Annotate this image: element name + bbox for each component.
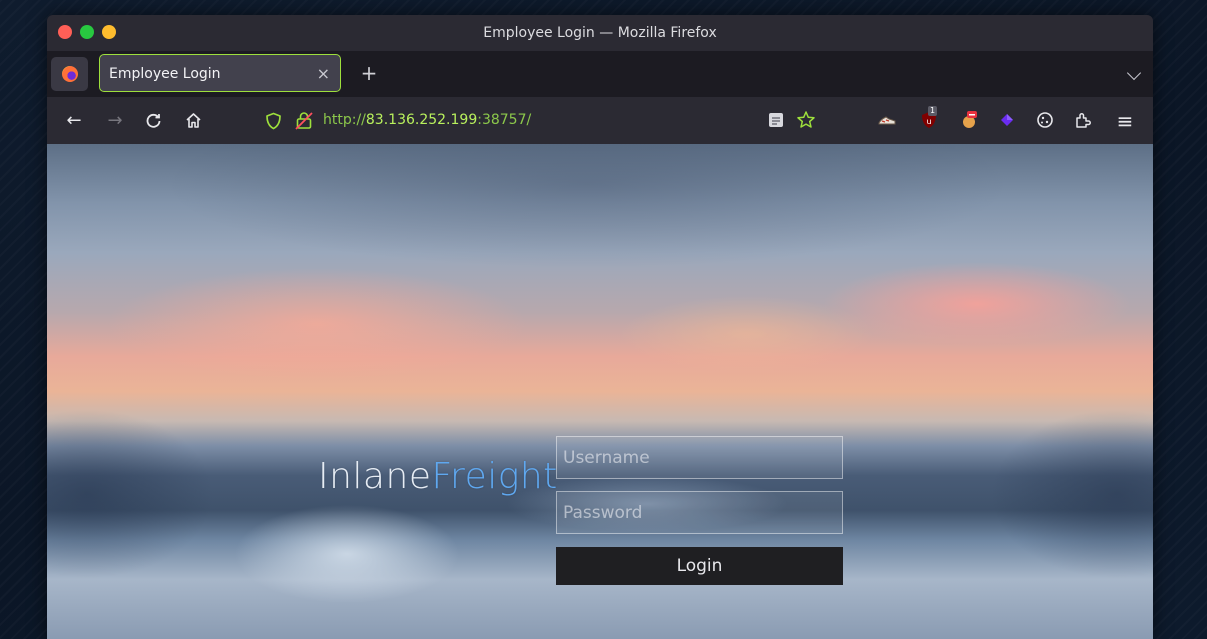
firefox-icon: [61, 66, 78, 82]
new-tab-button[interactable]: +: [357, 54, 381, 92]
app-menu-button[interactable]: ≡: [1111, 97, 1139, 144]
brand-logo: InlaneFreight: [318, 456, 558, 497]
brand-inlane: Inlane: [318, 456, 432, 497]
puzzle-extensions-icon[interactable]: [1073, 110, 1093, 130]
page-content: InlaneFreight Login: [47, 144, 1153, 639]
tab-employee-login[interactable]: Employee Login ×: [99, 54, 341, 92]
url-scheme: http://: [323, 112, 366, 128]
extension-diamond-icon[interactable]: [997, 110, 1017, 130]
home-button[interactable]: [179, 97, 207, 144]
password-input[interactable]: [556, 491, 843, 534]
cookie-icon[interactable]: [1035, 110, 1055, 130]
url-port-path: :38757/: [477, 112, 532, 128]
ublock-origin-icon[interactable]: u 1: [919, 106, 941, 130]
reload-button[interactable]: [139, 97, 167, 144]
brand-freight: Freight: [431, 456, 558, 497]
navigation-bar: ← → http://83.136.252.199:38757/ u 1 ≡: [47, 97, 1153, 144]
tab-strip: Employee Login × +: [47, 51, 1153, 97]
tab-title: Employee Login: [109, 66, 221, 82]
bookmark-star-icon[interactable]: [796, 110, 816, 130]
title-bar: Employee Login — Mozilla Firefox: [47, 15, 1153, 51]
extension-sneaker-icon[interactable]: [877, 110, 897, 130]
firefox-view-button[interactable]: [51, 57, 88, 91]
back-button[interactable]: ←: [60, 97, 88, 144]
tab-close-icon[interactable]: ×: [317, 55, 330, 93]
home-icon: [185, 113, 201, 128]
url-bar[interactable]: http://83.136.252.199:38757/: [323, 97, 531, 144]
tracking-protection-shield-icon[interactable]: [265, 112, 282, 130]
window-title: Employee Login — Mozilla Firefox: [483, 25, 717, 41]
username-input[interactable]: [556, 436, 843, 479]
ublock-badge: 1: [928, 106, 938, 116]
login-button[interactable]: Login: [556, 547, 843, 585]
reader-icon[interactable]: [766, 110, 786, 130]
extension-noscript-icon[interactable]: [959, 110, 979, 130]
url-host: 83.136.252.199: [365, 112, 478, 128]
forward-button[interactable]: →: [101, 97, 129, 144]
chevron-down-icon[interactable]: [1126, 65, 1142, 81]
insecure-lock-icon[interactable]: [295, 111, 313, 130]
browser-window: Employee Login — Mozilla Firefox Employe…: [47, 15, 1153, 639]
svg-text:u: u: [926, 117, 931, 126]
reload-icon: [146, 113, 160, 128]
